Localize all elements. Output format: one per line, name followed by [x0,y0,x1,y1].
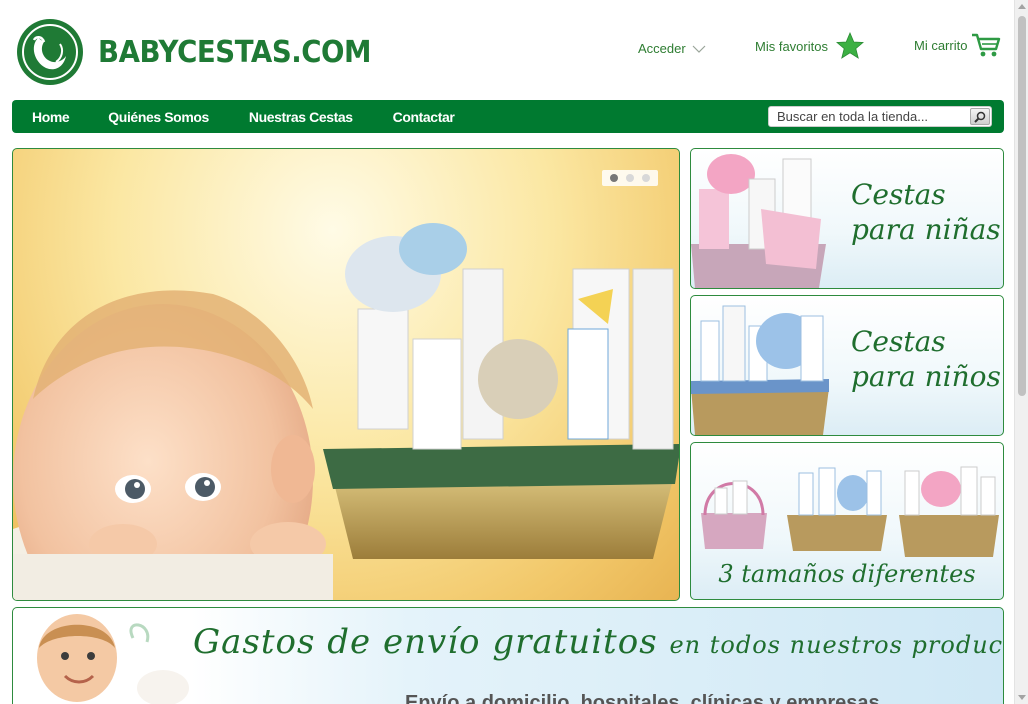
slider-dots [602,170,658,186]
banner-ninos-line1: Cestas [851,325,946,358]
main-nav: Home Quiénes Somos Nuestras Cestas Conta… [12,100,1004,133]
vertical-scrollbar[interactable] [1014,0,1028,704]
hero-image [13,223,679,600]
search-input[interactable] [769,109,965,124]
cart-label: Mi carrito [914,37,968,53]
banner-ninas-text: Cestas para niñas [851,177,1001,247]
banner-cestas-ninos[interactable]: Cestas para niños [690,295,1004,436]
slider-dot-1[interactable] [610,174,618,182]
search-icon [974,111,986,123]
banner-ninas-line1: Cestas [851,178,946,211]
banner-ninos-text: Cestas para niños [851,324,1001,394]
banner-cestas-ninas[interactable]: Cestas para niñas [690,148,1004,289]
scroll-down-arrow-icon[interactable] [1018,695,1026,700]
girls-basket-image [691,154,826,288]
banner-tres-tamanos-text: 3 tamaños diferentes [718,560,976,588]
favorites-link[interactable]: Mis favoritos [755,32,864,60]
nav-item-home[interactable]: Home [32,109,70,125]
star-icon [835,32,864,59]
banner-ninas-line2: para niñas [851,213,1001,246]
banner-ninos-line2: para niños [851,360,1001,393]
nav-item-quienes-somos[interactable]: Quiénes Somos [108,109,209,125]
banner-tres-tamanos[interactable]: 3 tamaños diferentes [690,442,1004,600]
slider-dot-3[interactable] [642,174,650,182]
promo-title-main: Gastos de envío gratuitos [193,622,658,662]
logo-text: BABYCESTAS.COM [98,34,372,70]
cart-link[interactable]: Mi carrito [914,32,1001,58]
three-baskets-image [701,466,999,557]
nav-item-nuestras-cestas[interactable]: Nuestras Cestas [249,109,353,125]
chevron-down-icon [692,45,706,53]
promo-subtitle: Envío a domicilio, hospitales, clínicas … [405,692,880,704]
promo-title: Gastos de envío gratuitos en todos nuest… [193,622,1004,662]
logo-swan-icon [17,19,83,85]
favorites-label: Mis favoritos [755,38,828,54]
slider-dot-2[interactable] [626,174,634,182]
login-label: Acceder [638,41,686,56]
hero-slider[interactable] [12,148,680,601]
page: BABYCESTAS.COM Acceder Mis favoritos Mi … [0,0,1028,704]
promo-title-rest: en todos nuestros productos [669,631,1004,659]
free-shipping-banner[interactable]: Gastos de envío gratuitos en todos nuest… [12,607,1004,704]
boys-basket-image [691,305,829,435]
login-link[interactable]: Acceder [638,41,706,56]
nav-item-contactar[interactable]: Contactar [393,109,455,125]
scroll-thumb[interactable] [1018,16,1026,396]
scroll-up-arrow-icon[interactable] [1018,4,1026,9]
search-button[interactable] [970,108,990,125]
site-logo[interactable]: BABYCESTAS.COM [16,18,395,86]
search-box [768,106,992,127]
cart-icon [972,33,1001,57]
